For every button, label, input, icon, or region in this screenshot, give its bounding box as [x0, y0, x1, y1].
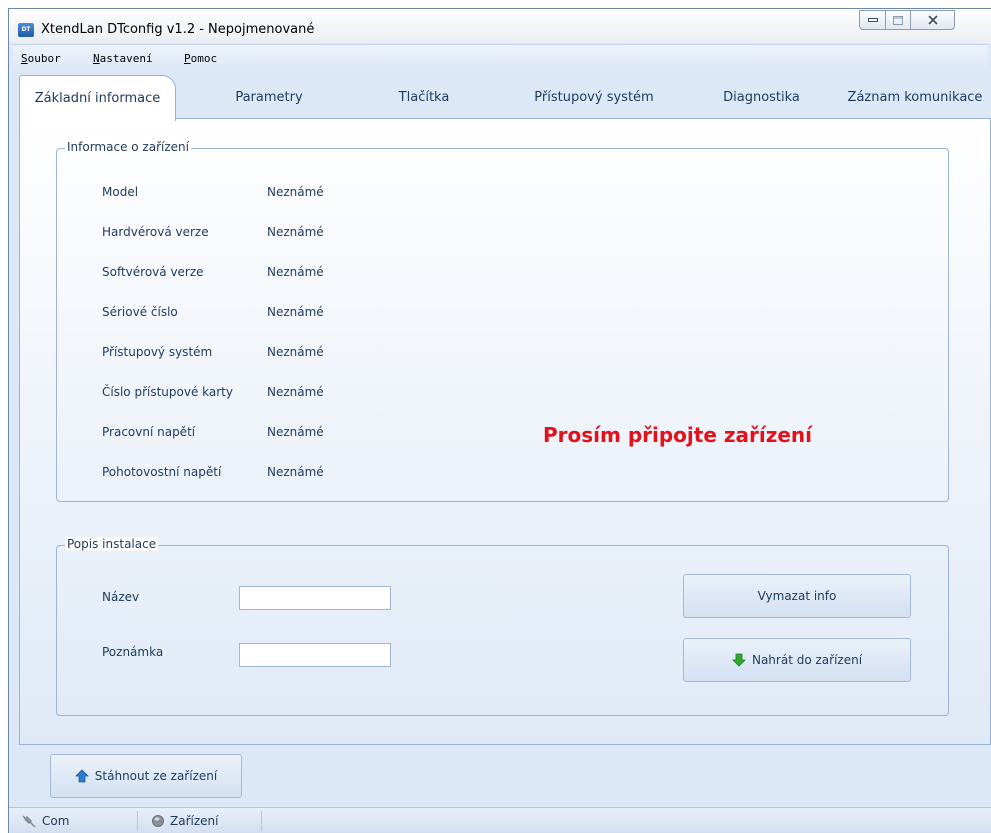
tab-page-zakladni-informace: Informace o zařízení Model Neznámé Hardv…: [19, 118, 991, 745]
status-device: Zařízení: [151, 814, 218, 828]
info-value-standby-voltage: Neznámé: [267, 465, 324, 479]
info-value-model: Neznámé: [267, 185, 324, 199]
download-from-device-label: Stáhnout ze zařízení: [94, 769, 218, 783]
note-input[interactable]: [239, 643, 391, 667]
upload-to-device-label: Nahrát do zařízení: [751, 653, 863, 667]
info-value-access-system: Neznámé: [267, 345, 324, 359]
tab-pristupovy-system[interactable]: Přístupový systém: [504, 75, 684, 119]
app-logo-icon: DT: [18, 23, 34, 37]
status-com-label: Com: [42, 814, 70, 828]
window-title: XtendLan DTconfig v1.2 - Nepojmenované: [41, 22, 315, 37]
info-label-software-version: Softvérová verze: [102, 265, 204, 279]
note-label: Poznámka: [102, 645, 164, 659]
tab-zaznam-komunikace[interactable]: Záznam komunikace: [839, 75, 991, 119]
maximize-icon: [893, 15, 903, 25]
info-value-hardware-version: Neznámé: [267, 225, 324, 239]
arrow-up-icon: [74, 769, 89, 783]
info-value-software-version: Neznámé: [267, 265, 324, 279]
clear-info-label: Vymazat info: [757, 589, 837, 603]
info-value-serial-number: Neznámé: [267, 305, 324, 319]
plug-icon: [22, 815, 36, 828]
info-value-access-card-number: Neznámé: [267, 385, 324, 399]
arrow-down-icon: [732, 653, 746, 667]
status-bar: Com Zařízení: [9, 807, 991, 833]
minimize-icon: [867, 18, 878, 22]
close-button[interactable]: [910, 10, 955, 30]
tab-bar: Základní informace Parametry Tlačítka Př…: [19, 75, 991, 121]
maximize-button[interactable]: [885, 10, 911, 30]
tab-zakladni-informace[interactable]: Základní informace: [19, 75, 176, 121]
tab-diagnostika[interactable]: Diagnostika: [684, 75, 839, 119]
info-label-standby-voltage: Pohotovostní napětí: [102, 465, 222, 479]
name-label: Název: [102, 590, 140, 604]
status-separator: [137, 811, 138, 831]
info-label-serial-number: Sériové číslo: [102, 305, 178, 319]
status-com: Com: [21, 814, 69, 828]
minimize-button[interactable]: [859, 10, 886, 30]
menu-nastaveni[interactable]: Nastavení: [93, 52, 153, 65]
device-info-title: Informace o zařízení: [65, 140, 191, 154]
info-label-model: Model: [102, 185, 139, 199]
status-separator: [261, 811, 262, 831]
info-label-access-system: Přístupový systém: [102, 345, 213, 359]
info-label-hardware-version: Hardvérová verze: [102, 225, 209, 239]
status-device-label: Zařízení: [170, 814, 219, 828]
info-value-operating-voltage: Neznámé: [267, 425, 324, 439]
menu-bar: Soubor Nastavení Pomoc: [13, 44, 988, 70]
close-icon: [927, 15, 938, 25]
upload-to-device-button[interactable]: Nahrát do zařízení: [683, 638, 911, 682]
info-label-operating-voltage: Pracovní napětí: [102, 425, 196, 439]
title-bar: DT XtendLan DTconfig v1.2 - Nepojmenovan…: [9, 9, 991, 43]
installation-group: Popis instalace Název Poznámka Vymazat i…: [56, 537, 949, 716]
clear-info-button[interactable]: Vymazat info: [683, 574, 911, 618]
tab-parametry[interactable]: Parametry: [194, 75, 344, 119]
menu-soubor[interactable]: Soubor: [21, 52, 61, 65]
device-info-group: Informace o zařízení Model Neznámé Hardv…: [56, 140, 949, 502]
app-window: DT XtendLan DTconfig v1.2 - Nepojmenovan…: [8, 8, 991, 833]
download-from-device-button[interactable]: Stáhnout ze zařízení: [50, 754, 242, 798]
installation-title: Popis instalace: [65, 537, 159, 551]
device-status-icon: [152, 815, 164, 827]
info-label-access-card-number: Číslo přístupové karty: [102, 385, 233, 399]
menu-pomoc[interactable]: Pomoc: [184, 52, 217, 65]
connect-device-warning: Prosím připojte zařízení: [543, 423, 813, 447]
tab-tlacitka[interactable]: Tlačítka: [359, 75, 489, 119]
name-input[interactable]: [239, 586, 391, 610]
